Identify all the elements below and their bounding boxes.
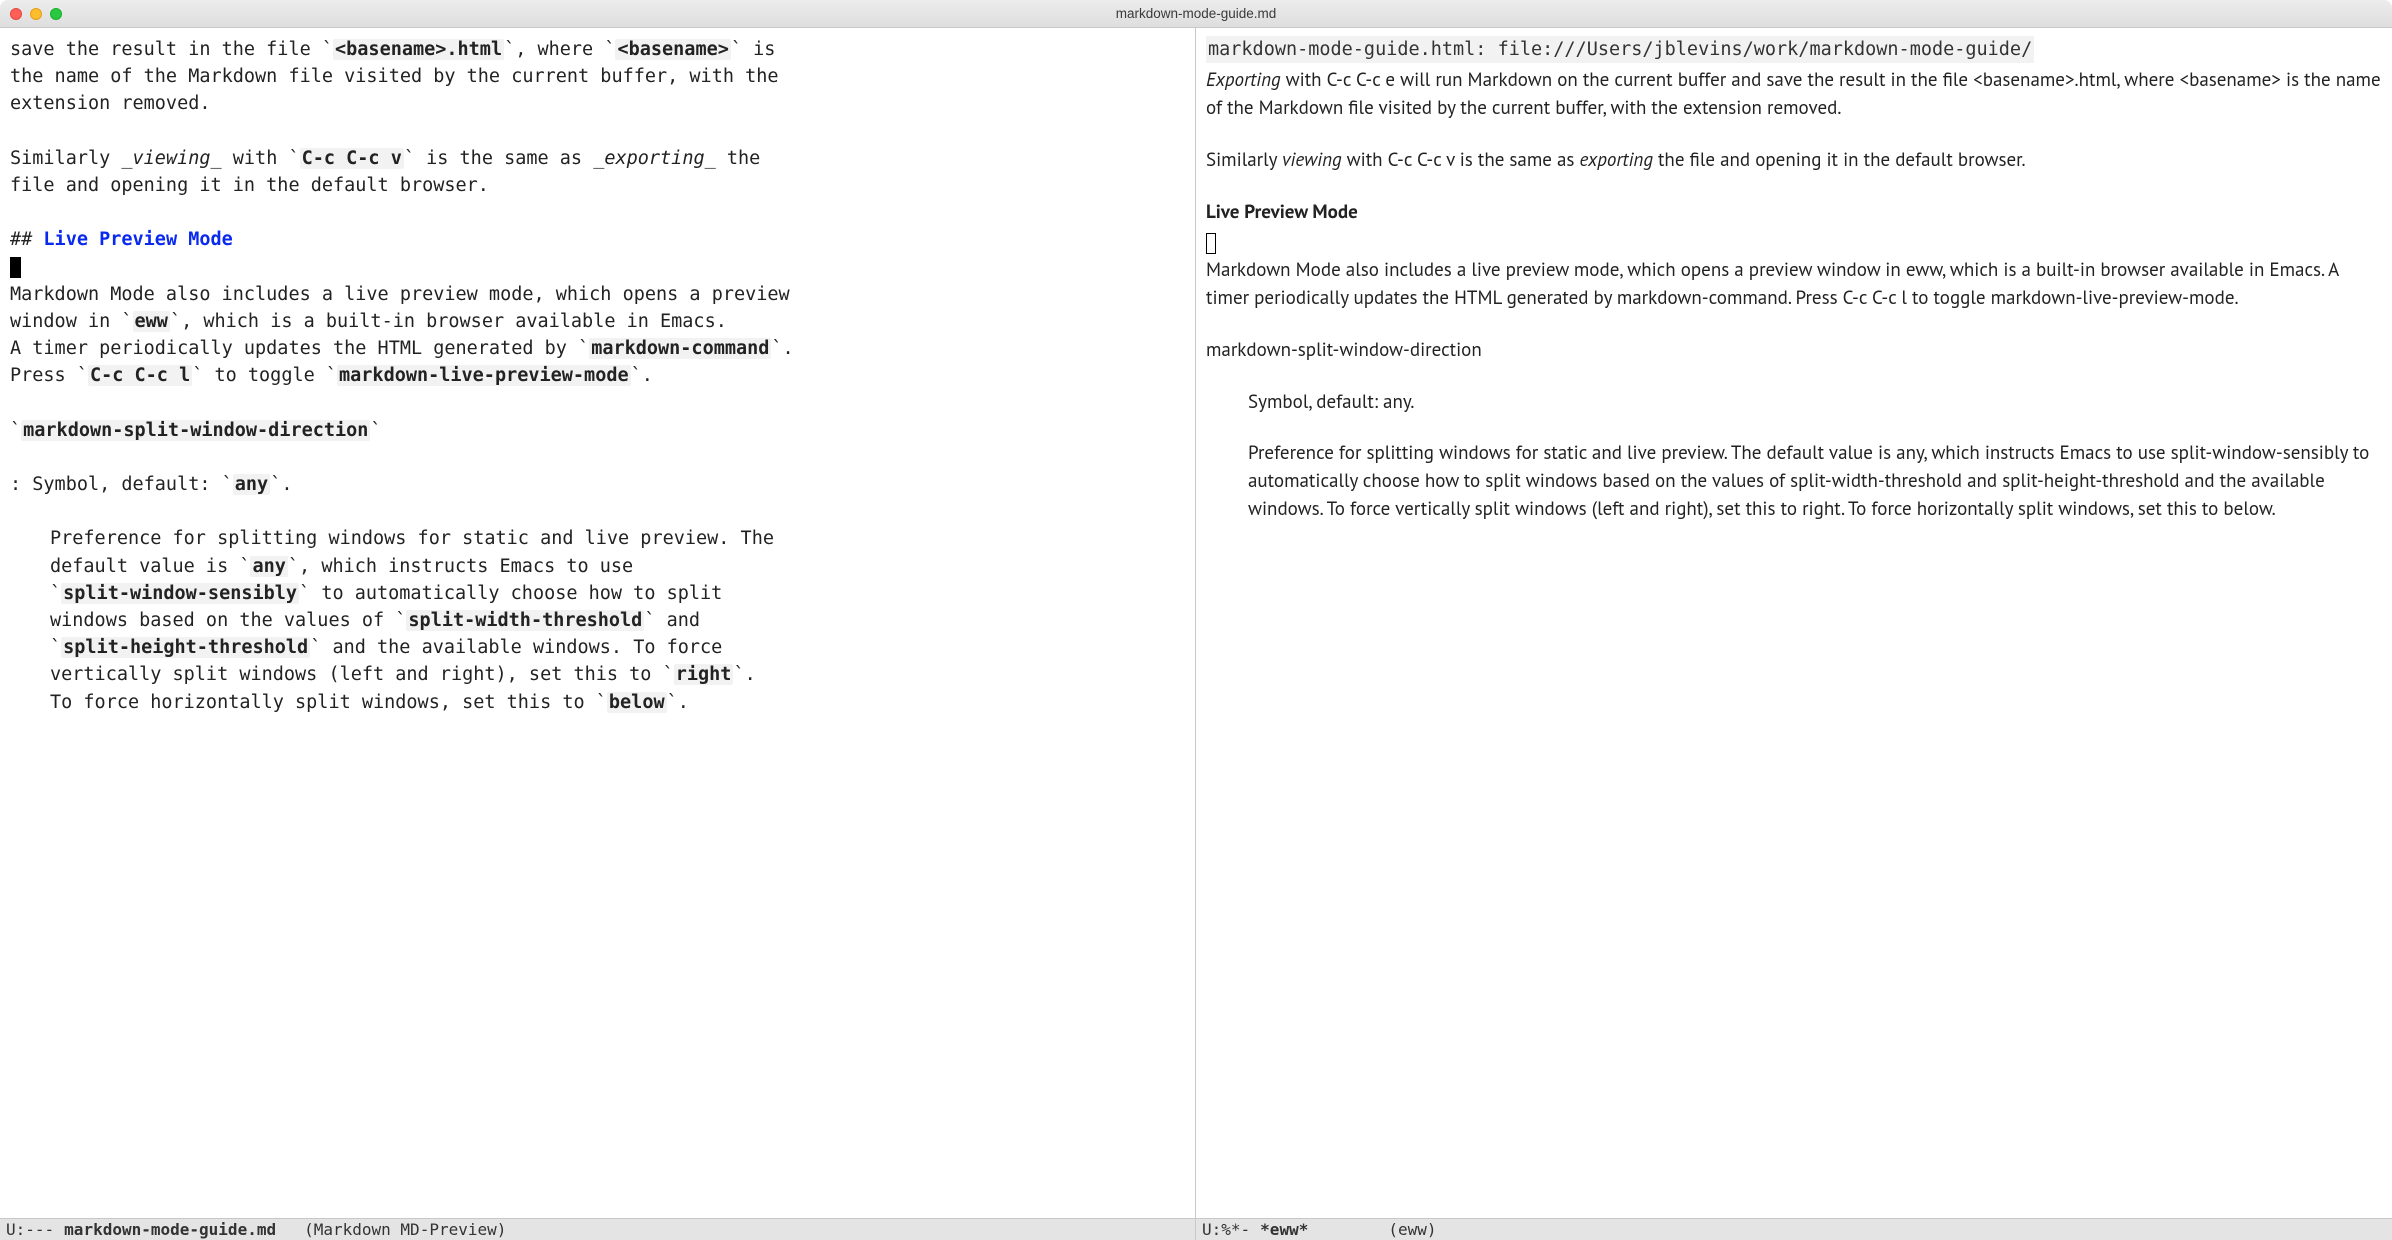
split-container: save the result in the file `<basename>.…: [0, 28, 2392, 1240]
preview-text: Symbol, default: any.: [1206, 389, 2382, 417]
md-text: vertically split windows (left and right…: [50, 664, 674, 685]
md-text: with `: [222, 148, 300, 169]
preview-text: the file and opening it in the default b…: [1653, 148, 2026, 172]
modeline-mode: (eww): [1388, 1220, 1436, 1239]
modeline-mode: (Markdown MD-Preview): [304, 1220, 506, 1239]
md-text: file and opening it in the default brows…: [10, 172, 1185, 199]
md-heading-marker: ##: [10, 229, 43, 250]
md-text: ` is: [731, 39, 776, 60]
modeline-status: U:%*-: [1202, 1220, 1250, 1239]
md-text: : Symbol, default: `: [10, 474, 233, 495]
md-code: markdown-live-preview-mode: [339, 365, 629, 386]
preview-italic: exporting: [1580, 148, 1653, 172]
md-text: `, which instructs Emacs to use: [288, 556, 633, 577]
md-text: `.: [667, 692, 689, 713]
md-code: C-c C-c v: [302, 148, 402, 169]
md-text: ` and: [644, 610, 700, 631]
md-code: <basename>.html: [335, 39, 502, 60]
preview-italic: viewing: [1282, 148, 1342, 172]
md-text: `.: [270, 474, 292, 495]
md-code: split-width-threshold: [408, 610, 642, 631]
md-text: ` and the available windows. To force: [310, 637, 722, 658]
left-modeline[interactable]: U:--- markdown-mode-guide.md (Markdown M…: [0, 1218, 1195, 1240]
md-italic: _exporting_: [593, 148, 716, 169]
titlebar: markdown-mode-guide.md: [0, 0, 2392, 28]
minimize-button[interactable]: [30, 8, 42, 20]
right-modeline[interactable]: U:%*- *eww* (eww): [1196, 1218, 2392, 1240]
md-code: markdown-command: [591, 338, 769, 359]
preview-text: with C-c C-c v is the same as: [1342, 148, 1580, 172]
eww-preview-buffer[interactable]: markdown-mode-guide.html: file:///Users/…: [1196, 28, 2392, 1218]
md-text: `, which is a built-in browser available…: [170, 311, 727, 332]
md-text: ` is the same as: [404, 148, 593, 169]
md-text: A timer periodically updates the HTML ge…: [10, 338, 589, 359]
md-text: `: [370, 420, 381, 441]
modeline-status: U:---: [6, 1220, 54, 1239]
left-pane: save the result in the file `<basename>.…: [0, 28, 1196, 1240]
md-text: ` to automatically choose how to split: [299, 583, 722, 604]
md-text: `.: [631, 365, 653, 386]
md-code: markdown-split-window-direction: [23, 420, 368, 441]
md-text: the name of the Markdown file visited by…: [10, 63, 1185, 90]
md-code: right: [676, 664, 732, 685]
md-code: any: [235, 474, 268, 495]
text-cursor: [10, 257, 21, 278]
md-text: default value is `: [50, 556, 250, 577]
modeline-buffer-name: *eww*: [1260, 1220, 1308, 1239]
md-heading: Live Preview Mode: [43, 229, 232, 250]
md-text: `: [10, 420, 21, 441]
md-text: Markdown Mode also includes a live previ…: [10, 281, 1185, 308]
md-code: <basename>: [617, 39, 728, 60]
md-code: any: [252, 556, 285, 577]
preview-text: Markdown Mode also includes a live previ…: [1206, 257, 2382, 313]
md-text: Press `: [10, 365, 88, 386]
md-text: `: [50, 583, 61, 604]
preview-heading: Live Preview Mode: [1206, 199, 2382, 227]
md-italic: _viewing_: [121, 148, 221, 169]
modeline-buffer-name: markdown-mode-guide.md: [64, 1220, 276, 1239]
close-button[interactable]: [10, 8, 22, 20]
preview-text: markdown-split-window-direction: [1206, 337, 2382, 365]
traffic-lights: [10, 8, 62, 20]
preview-text: Preference for splitting windows for sta…: [1206, 440, 2382, 524]
markdown-source-buffer[interactable]: save the result in the file `<basename>.…: [0, 28, 1195, 1218]
md-text: `.: [771, 338, 793, 359]
md-code: below: [609, 692, 665, 713]
md-text: ` to toggle `: [192, 365, 337, 386]
md-text: `: [50, 637, 61, 658]
inactive-cursor: [1206, 233, 1216, 254]
md-code: C-c C-c l: [90, 365, 190, 386]
md-code: split-window-sensibly: [63, 583, 297, 604]
md-text: `, where `: [504, 39, 615, 60]
md-code: eww: [135, 311, 168, 332]
right-pane: markdown-mode-guide.html: file:///Users/…: [1196, 28, 2392, 1240]
eww-url-bar: markdown-mode-guide.html: file:///Users/…: [1206, 36, 2034, 63]
md-text: window in `: [10, 311, 133, 332]
md-text: extension removed.: [10, 90, 1185, 117]
md-text: save the result in the file `: [10, 39, 333, 60]
window-title: markdown-mode-guide.md: [0, 6, 2392, 21]
md-text: Similarly: [10, 148, 121, 169]
maximize-button[interactable]: [50, 8, 62, 20]
preview-italic: Exporting: [1206, 68, 1281, 92]
md-text: Preference for splitting windows for sta…: [10, 525, 1185, 552]
md-text: windows based on the values of `: [50, 610, 406, 631]
md-text: To force horizontally split windows, set…: [50, 692, 607, 713]
emacs-window: markdown-mode-guide.md save the result i…: [0, 0, 2392, 1240]
preview-text: Similarly: [1206, 148, 1282, 172]
preview-text: with C-c C-c e will run Markdown on the …: [1206, 68, 2381, 120]
md-text: the: [716, 148, 761, 169]
md-code: split-height-threshold: [63, 637, 308, 658]
md-text: `.: [733, 664, 755, 685]
